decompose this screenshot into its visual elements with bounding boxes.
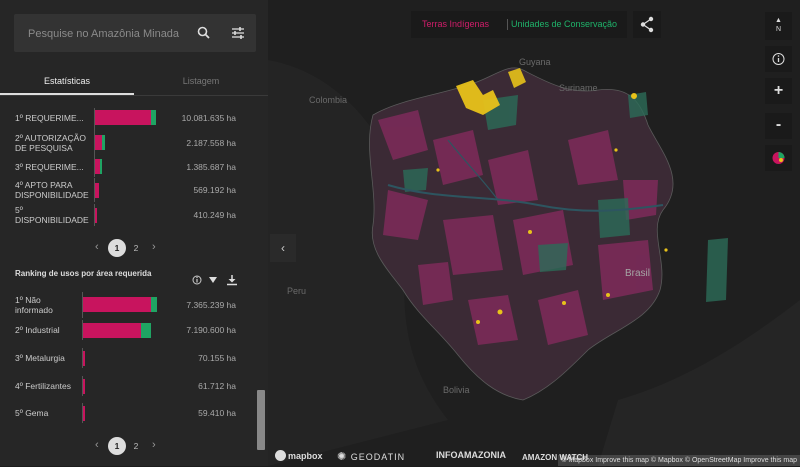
sidebar-panel: Estatísticas Listagem 1º REQUERIME... 10… bbox=[0, 0, 268, 466]
filter-sliders-icon[interactable] bbox=[230, 25, 246, 41]
phase-value: 2.187.558 ha bbox=[186, 138, 236, 148]
map-attribution[interactable]: © Mapbox Improve this map © Mapbox © Ope… bbox=[558, 455, 800, 466]
phases-pagination: ‹ 1 2 › bbox=[0, 239, 250, 257]
basemap-toggle-button[interactable] bbox=[765, 145, 792, 171]
map-label-guyana: Guyana bbox=[519, 57, 551, 67]
map-canvas[interactable]: Colombia Guyana Suriname Brasil Peru Bol… bbox=[268, 0, 800, 466]
map-label-peru: Peru bbox=[287, 286, 307, 296]
phase-label: 2º AUTORIZAÇÃO DE PESQUISA bbox=[15, 133, 86, 153]
page-2-button[interactable]: 2 bbox=[127, 239, 145, 257]
compass-north-label: N bbox=[775, 26, 782, 33]
ranking-row-4[interactable]: 4º Fertilizantes 61.712 ha bbox=[0, 376, 250, 396]
legend-divider bbox=[507, 19, 508, 30]
compass-arrow-icon: ▲ bbox=[775, 17, 782, 24]
phase-value: 410.249 ha bbox=[193, 210, 236, 220]
ranking-tools bbox=[192, 273, 242, 291]
phase-label: 1º REQUERIME... bbox=[15, 113, 84, 123]
phase-label: 5º DISPONIBILIDADE bbox=[15, 205, 89, 225]
map-label-suriname: Suriname bbox=[559, 83, 598, 93]
phase-label: 3º REQUERIME... bbox=[15, 162, 84, 172]
map-label-colombia: Colombia bbox=[309, 95, 348, 105]
map-label-bolivia: Bolivia bbox=[443, 385, 470, 395]
ranking-value: 70.155 ha bbox=[198, 353, 236, 363]
legend-conservation-units[interactable]: Unidades de Conservação bbox=[511, 19, 617, 29]
ranking-title: Ranking de usos por área requerida bbox=[15, 269, 152, 278]
info-button[interactable] bbox=[765, 46, 792, 72]
infoamazonia-logo[interactable]: INFOAMAZONIA bbox=[436, 450, 506, 460]
ranking-value: 59.410 ha bbox=[198, 408, 236, 418]
prev-page-icon[interactable]: ‹ bbox=[95, 241, 99, 253]
ranking-value: 7.190.600 ha bbox=[186, 325, 236, 335]
phase-row-4[interactable]: 4º APTO PARA DISPONIBILIDADE 569.192 ha bbox=[0, 178, 250, 202]
info-icon[interactable] bbox=[192, 275, 202, 285]
tab-listing[interactable]: Listagem bbox=[134, 68, 268, 95]
phase-value: 569.192 ha bbox=[193, 185, 236, 195]
page-1-button[interactable]: 1 bbox=[108, 239, 126, 257]
search-input[interactable] bbox=[14, 14, 200, 54]
collapse-sidebar-button[interactable]: ‹ bbox=[270, 234, 296, 262]
tab-statistics[interactable]: Estatísticas bbox=[0, 68, 134, 95]
ranking-value: 61.712 ha bbox=[198, 381, 236, 391]
layer-legend: Terras Indígenas Unidades de Conservação bbox=[411, 11, 627, 38]
download-icon[interactable] bbox=[227, 275, 237, 286]
sidebar-scrollbar-thumb[interactable] bbox=[257, 390, 265, 450]
dropdown-caret-icon[interactable] bbox=[209, 277, 217, 283]
mapbox-logo-text: mapbox bbox=[288, 451, 323, 461]
ranking-label: 1º Não informado bbox=[15, 295, 53, 315]
search-box bbox=[14, 14, 256, 54]
phase-row-3[interactable]: 3º REQUERIME... 1.385.687 ha bbox=[0, 157, 250, 177]
prev-page-icon[interactable]: ‹ bbox=[95, 439, 99, 451]
next-page-icon[interactable]: › bbox=[152, 439, 156, 451]
geodatin-logo-icon: ✺ bbox=[337, 451, 348, 463]
share-button[interactable] bbox=[633, 11, 661, 38]
page-2-button[interactable]: 2 bbox=[127, 437, 145, 455]
ranking-row-1[interactable]: 1º Não informado 7.365.239 ha bbox=[0, 292, 250, 318]
zoom-in-button[interactable]: + bbox=[765, 78, 792, 104]
sidebar-tabs: Estatísticas Listagem bbox=[0, 68, 268, 96]
mapbox-logo[interactable]: mapbox bbox=[275, 450, 323, 461]
phase-value: 10.081.635 ha bbox=[181, 113, 236, 123]
share-icon bbox=[640, 16, 654, 33]
layers-icon bbox=[772, 152, 785, 164]
info-icon bbox=[772, 53, 785, 65]
phase-row-5[interactable]: 5º DISPONIBILIDADE 410.249 ha bbox=[0, 204, 250, 226]
zoom-out-button[interactable]: - bbox=[765, 113, 792, 139]
ranking-value: 7.365.239 ha bbox=[186, 300, 236, 310]
search-icon[interactable] bbox=[196, 25, 212, 41]
ranking-pagination: ‹ 1 2 › bbox=[0, 437, 250, 455]
map-label-brasil: Brasil bbox=[625, 268, 651, 279]
phase-row-2[interactable]: 2º AUTORIZAÇÃO DE PESQUISA 2.187.558 ha bbox=[0, 127, 250, 159]
next-page-icon[interactable]: › bbox=[152, 241, 156, 253]
geodatin-logo-text: GEODATIN bbox=[350, 452, 406, 462]
legend-indigenous-lands[interactable]: Terras Indígenas bbox=[422, 19, 489, 29]
mapbox-logo-icon bbox=[275, 450, 286, 461]
page-1-button[interactable]: 1 bbox=[108, 437, 126, 455]
map-shapes bbox=[268, 0, 800, 466]
phase-row-1[interactable]: 1º REQUERIME... 10.081.635 ha bbox=[0, 108, 250, 128]
phase-value: 1.385.687 ha bbox=[186, 162, 236, 172]
geodatin-logo[interactable]: ✺ GEODATIN bbox=[337, 450, 405, 463]
ranking-row-2[interactable]: 2º Industrial 7.190.600 ha bbox=[0, 320, 250, 340]
phase-label: 4º APTO PARA DISPONIBILIDADE bbox=[15, 180, 89, 200]
ranking-row-3[interactable]: 3º Metalurgia 70.155 ha bbox=[0, 348, 250, 368]
compass-button[interactable]: ▲ N bbox=[765, 12, 792, 40]
ranking-row-5[interactable]: 5º Gema 59.410 ha bbox=[0, 403, 250, 423]
